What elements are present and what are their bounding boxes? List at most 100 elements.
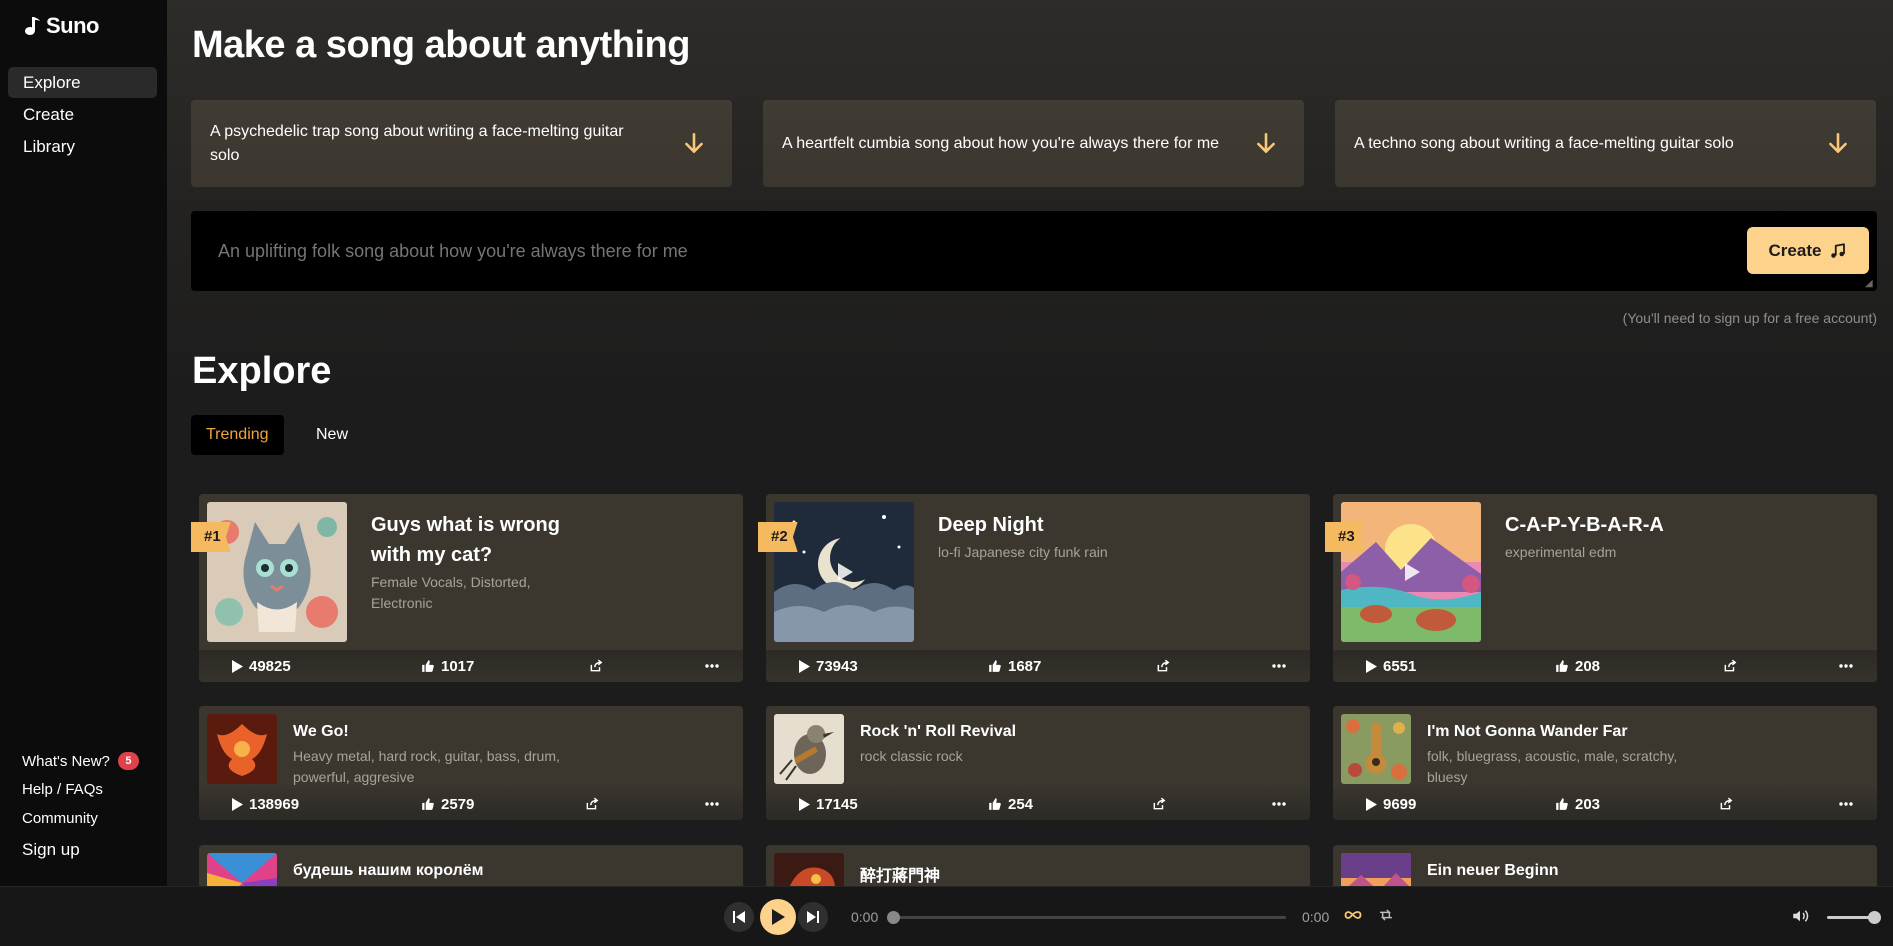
song-card[interactable]: #1 Guys what is wrong with my cat? Femal… — [191, 494, 743, 682]
song-card[interactable]: We Go! Heavy metal, hard rock, guitar, b… — [199, 706, 743, 820]
song-card[interactable]: #3 C-A-P-Y-B-A-R-A experimental edm 6551… — [1325, 494, 1877, 682]
song-title[interactable]: We Go! — [293, 723, 349, 741]
suggestion-card[interactable]: A heartfelt cumbia song about how you're… — [763, 100, 1304, 187]
more-button[interactable] — [705, 664, 719, 668]
suggestion-text: A psychedelic trap song about writing a … — [210, 122, 624, 164]
sidebar: Suno Explore Create Library What's New? … — [0, 0, 167, 886]
tab-trending[interactable]: Trending — [191, 415, 284, 455]
thumbs-up-icon — [1556, 660, 1568, 672]
thumbs-up-icon — [989, 798, 1001, 810]
song-title[interactable]: I'm Not Gonna Wander Far — [1427, 723, 1628, 741]
suno-logo[interactable]: Suno — [22, 13, 100, 39]
more-button[interactable] — [1839, 802, 1853, 806]
create-button-label: Create — [1768, 240, 1822, 260]
song-cover-art[interactable] — [207, 714, 277, 784]
play-count[interactable]: 73943 — [798, 658, 858, 675]
song-cover-art[interactable] — [1341, 714, 1411, 784]
like-count-value: 1687 — [1008, 657, 1042, 675]
suggestion-card[interactable]: A techno song about writing a face-melti… — [1335, 100, 1876, 187]
share-button[interactable] — [1156, 659, 1170, 673]
song-title[interactable]: Guys what is wrong with my cat? — [371, 510, 581, 570]
song-title[interactable]: C-A-P-Y-B-A-R-A — [1505, 510, 1664, 540]
share-button[interactable] — [1723, 659, 1737, 673]
share-button[interactable] — [585, 797, 599, 811]
share-icon — [1157, 659, 1170, 672]
community-link[interactable]: Community — [22, 810, 98, 827]
song-prompt-input[interactable] — [218, 241, 1518, 262]
progress-slider[interactable] — [887, 911, 1286, 924]
skip-next-icon — [807, 911, 819, 923]
more-icon — [705, 664, 719, 668]
like-count[interactable]: 208 — [1555, 658, 1600, 675]
song-cover-art[interactable] — [774, 853, 844, 886]
play-icon — [799, 659, 810, 673]
progress-knob[interactable] — [887, 911, 900, 924]
loop-icon[interactable] — [1344, 906, 1362, 924]
like-count[interactable]: 203 — [1555, 796, 1600, 813]
song-tags: folk, bluegrass, acoustic, male, scratch… — [1427, 748, 1678, 785]
whats-new-link[interactable]: What's New? 5 — [22, 752, 139, 770]
suggestion-card[interactable]: A psychedelic trap song about writing a … — [191, 100, 732, 187]
share-icon — [1153, 797, 1166, 810]
like-count[interactable]: 1017 — [421, 658, 474, 675]
more-icon — [1272, 664, 1286, 668]
song-cover-art[interactable] — [1341, 853, 1411, 886]
next-button[interactable] — [798, 902, 828, 932]
play-count[interactable]: 138969 — [231, 796, 299, 813]
volume-knob[interactable] — [1868, 911, 1881, 924]
song-title[interactable]: будешь нашим королём — [293, 862, 483, 880]
song-title[interactable]: Deep Night — [938, 510, 1044, 540]
like-count[interactable]: 1687 — [988, 658, 1041, 675]
song-card[interactable]: I'm Not Gonna Wander Far folk, bluegrass… — [1333, 706, 1877, 820]
share-button[interactable] — [1719, 797, 1733, 811]
previous-button[interactable] — [724, 902, 754, 932]
play-icon — [772, 909, 785, 925]
resize-grip-icon[interactable]: ◢ — [1865, 279, 1875, 289]
like-count[interactable]: 254 — [988, 796, 1033, 813]
sidebar-item-library[interactable]: Library — [8, 131, 157, 162]
play-count[interactable]: 9699 — [1365, 796, 1416, 813]
song-title[interactable]: Ein neuer Beginn — [1427, 862, 1559, 880]
whats-new-label: What's New? — [22, 752, 110, 770]
volume-slider[interactable] — [1827, 911, 1881, 924]
like-count[interactable]: 2579 — [421, 796, 474, 813]
sign-up-link[interactable]: Sign up — [22, 840, 80, 860]
play-count[interactable]: 49825 — [231, 658, 291, 675]
song-tags: Heavy metal, hard rock, guitar, bass, dr… — [293, 748, 560, 785]
help-faqs-link[interactable]: Help / FAQs — [22, 781, 103, 798]
play-count[interactable]: 17145 — [798, 796, 858, 813]
thumbs-up-icon — [989, 660, 1001, 672]
volume-icon[interactable] — [1791, 907, 1809, 925]
create-button[interactable]: Create — [1747, 227, 1869, 274]
song-card[interactable]: #2 Deep Night lo-fi Japanese city funk r… — [758, 494, 1310, 682]
share-button[interactable] — [589, 659, 603, 673]
song-card[interactable]: будешь нашим королём — [199, 845, 743, 886]
play-icon — [232, 797, 243, 811]
tab-new[interactable]: New — [301, 415, 363, 455]
play-overlay-icon[interactable] — [1399, 560, 1423, 584]
song-title[interactable]: 醉打蔣門神 — [860, 862, 940, 886]
play-pause-button[interactable] — [760, 899, 796, 935]
play-count[interactable]: 6551 — [1365, 658, 1416, 675]
more-button[interactable] — [705, 802, 719, 806]
suggestion-text: A heartfelt cumbia song about how you're… — [782, 134, 1220, 152]
share-icon — [1720, 797, 1733, 810]
song-cover-art[interactable] — [774, 714, 844, 784]
share-button[interactable] — [1152, 797, 1166, 811]
play-overlay-icon[interactable] — [832, 560, 856, 584]
shuffle-icon[interactable] — [1378, 907, 1394, 923]
sidebar-item-explore[interactable]: Explore — [8, 67, 157, 98]
thumbs-up-icon — [422, 660, 434, 672]
more-button[interactable] — [1272, 664, 1286, 668]
song-stats-bar: 17145 254 — [766, 788, 1310, 820]
song-title[interactable]: Rock 'n' Roll Revival — [860, 723, 1016, 741]
song-cover-art[interactable] — [207, 853, 277, 886]
sidebar-item-create[interactable]: Create — [8, 99, 157, 130]
song-card[interactable]: Rock 'n' Roll Revival rock classic rock … — [766, 706, 1310, 820]
song-card[interactable]: 醉打蔣門神 — [766, 845, 1310, 886]
play-count-value: 73943 — [816, 657, 858, 675]
play-count-value: 17145 — [816, 795, 858, 813]
more-button[interactable] — [1839, 664, 1853, 668]
more-button[interactable] — [1272, 802, 1286, 806]
song-card[interactable]: Ein neuer Beginn — [1333, 845, 1877, 886]
